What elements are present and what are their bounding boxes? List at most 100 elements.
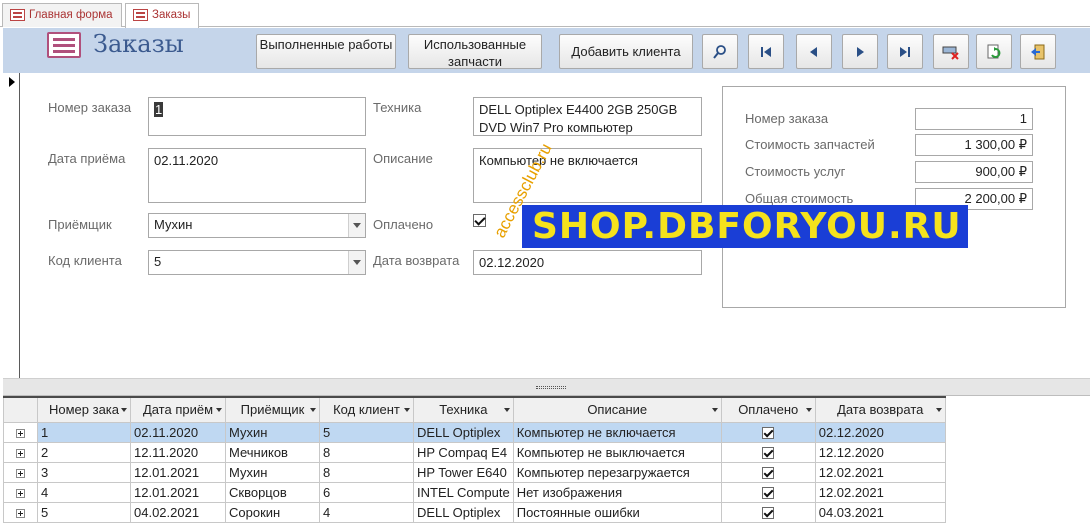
- service-cost-field[interactable]: 900,00 ₽: [915, 161, 1033, 183]
- cell-client[interactable]: 4: [319, 501, 414, 523]
- cell-receiver[interactable]: Скворцов: [225, 481, 320, 503]
- row-expand[interactable]: [3, 481, 38, 503]
- receiver-combo[interactable]: Мухин: [148, 213, 366, 238]
- column-header[interactable]: Дата возврата: [814, 396, 946, 423]
- tab-main-form[interactable]: Главная форма: [2, 3, 122, 27]
- cell-tech[interactable]: HP Tower E640: [413, 461, 514, 483]
- cell-date[interactable]: 04.02.2021: [130, 501, 226, 523]
- first-record-button[interactable]: [748, 34, 784, 69]
- cell-order-no[interactable]: 5: [37, 501, 131, 523]
- cell-paid[interactable]: [720, 441, 816, 463]
- cell-desc[interactable]: Компьютер перезагружается: [512, 461, 722, 483]
- cell-tech[interactable]: DELL Optiplex: [413, 421, 514, 443]
- cell-desc[interactable]: Нет изображения: [512, 481, 722, 503]
- last-record-button[interactable]: [887, 34, 923, 69]
- used-parts-button[interactable]: Использованные запчасти: [408, 34, 542, 69]
- date-field[interactable]: 02.11.2020: [148, 148, 366, 203]
- search-button[interactable]: [702, 34, 738, 69]
- split-form-splitter[interactable]: [3, 378, 1090, 396]
- tech-field[interactable]: DELL Optiplex E4400 2GB 250GB DVD Win7 P…: [473, 97, 702, 136]
- column-header[interactable]: Оплачено: [720, 396, 816, 423]
- cell-paid[interactable]: [720, 421, 816, 443]
- receiver-value: Мухин: [154, 217, 193, 232]
- paid-checkbox[interactable]: [762, 507, 775, 520]
- row-expand[interactable]: [3, 421, 38, 443]
- cell-return[interactable]: 04.03.2021: [814, 501, 946, 523]
- column-header[interactable]: Приёмщик: [225, 396, 320, 423]
- cell-return[interactable]: 12.02.2021: [814, 461, 946, 483]
- next-record-button[interactable]: [842, 34, 878, 69]
- column-header[interactable]: Дата приём: [130, 396, 226, 423]
- refresh-button[interactable]: [976, 34, 1012, 69]
- table-row[interactable]: 3 12.01.2021 Мухин 8 HP Tower E640 Компь…: [3, 461, 946, 483]
- select-all-corner[interactable]: [3, 396, 38, 423]
- paid-checkbox[interactable]: [762, 487, 775, 500]
- paid-checkbox[interactable]: [762, 467, 775, 480]
- column-header[interactable]: Описание: [512, 396, 722, 423]
- cell-client[interactable]: 5: [319, 421, 414, 443]
- expand-plus-icon[interactable]: [16, 468, 25, 478]
- cell-date[interactable]: 12.11.2020: [130, 441, 226, 463]
- summary-order-no-field[interactable]: 1: [915, 108, 1033, 130]
- cell-order-no[interactable]: 3: [37, 461, 131, 483]
- cell-return[interactable]: 12.02.2021: [814, 481, 946, 503]
- cell-order-no[interactable]: 2: [37, 441, 131, 463]
- cell-return[interactable]: 02.12.2020: [814, 421, 946, 443]
- paid-checkbox[interactable]: [762, 427, 775, 440]
- close-form-button[interactable]: [1020, 34, 1056, 69]
- cell-desc[interactable]: Компьютер не выключается: [512, 441, 722, 463]
- cell-tech[interactable]: HP Compaq E4: [413, 441, 514, 463]
- desc-field[interactable]: Компьютер не включается: [473, 148, 702, 203]
- parts-cost-field[interactable]: 1 300,00 ₽: [915, 134, 1033, 156]
- paid-checkbox[interactable]: [473, 214, 486, 227]
- row-expand[interactable]: [3, 461, 38, 483]
- cell-date[interactable]: 12.01.2021: [130, 481, 226, 503]
- expand-plus-icon[interactable]: [16, 428, 25, 438]
- cell-client[interactable]: 8: [319, 441, 414, 463]
- chevron-down-icon[interactable]: [348, 251, 365, 274]
- paid-checkbox[interactable]: [762, 447, 775, 460]
- previous-record-button[interactable]: [796, 34, 832, 69]
- column-header[interactable]: Номер зака: [37, 396, 131, 423]
- column-header[interactable]: Код клиент: [319, 396, 414, 423]
- cell-paid[interactable]: [720, 501, 816, 523]
- cell-receiver[interactable]: Мечников: [225, 441, 320, 463]
- row-expand[interactable]: [3, 441, 38, 463]
- column-header[interactable]: Техника: [413, 396, 514, 423]
- cell-return[interactable]: 12.12.2020: [814, 441, 946, 463]
- cell-desc[interactable]: Компьютер не включается: [512, 421, 722, 443]
- cell-client[interactable]: 8: [319, 461, 414, 483]
- cell-date[interactable]: 12.01.2021: [130, 461, 226, 483]
- cell-client[interactable]: 6: [319, 481, 414, 503]
- table-row[interactable]: 5 04.02.2021 Сорокин 4 DELL Optiplex Пос…: [3, 501, 946, 523]
- table-row[interactable]: 2 12.11.2020 Мечников 8 HP Compaq E4 Ком…: [3, 441, 946, 463]
- cell-receiver[interactable]: Мухин: [225, 461, 320, 483]
- row-expand[interactable]: [3, 501, 38, 523]
- cell-order-no[interactable]: 1: [37, 421, 131, 443]
- return-label: Дата возврата: [373, 253, 460, 268]
- done-works-button[interactable]: Выполненные работы: [256, 34, 396, 69]
- expand-plus-icon[interactable]: [16, 448, 25, 458]
- cell-tech[interactable]: INTEL Compute: [413, 481, 514, 503]
- table-row[interactable]: 1 02.11.2020 Мухин 5 DELL Optiplex Компь…: [3, 421, 946, 443]
- cell-order-no[interactable]: 4: [37, 481, 131, 503]
- cell-receiver[interactable]: Сорокин: [225, 501, 320, 523]
- tab-orders[interactable]: Заказы: [125, 3, 200, 28]
- order-no-field[interactable]: 1: [148, 97, 366, 136]
- expand-plus-icon[interactable]: [16, 508, 25, 518]
- cell-paid[interactable]: [720, 481, 816, 503]
- splitter-grip-icon[interactable]: [536, 386, 566, 389]
- cell-desc[interactable]: Постоянные ошибки: [512, 501, 722, 523]
- add-client-button[interactable]: Добавить клиента: [559, 34, 693, 69]
- expand-plus-icon[interactable]: [16, 488, 25, 498]
- delete-record-button[interactable]: [933, 34, 969, 69]
- cell-tech[interactable]: DELL Optiplex: [413, 501, 514, 523]
- cell-receiver[interactable]: Мухин: [225, 421, 320, 443]
- return-field[interactable]: 02.12.2020: [473, 250, 702, 275]
- cell-date[interactable]: 02.11.2020: [130, 421, 226, 443]
- record-selector[interactable]: [3, 73, 20, 378]
- table-row[interactable]: 4 12.01.2021 Скворцов 6 INTEL Compute Не…: [3, 481, 946, 503]
- client-combo[interactable]: 5: [148, 250, 366, 275]
- cell-paid[interactable]: [720, 461, 816, 483]
- chevron-down-icon[interactable]: [348, 214, 365, 237]
